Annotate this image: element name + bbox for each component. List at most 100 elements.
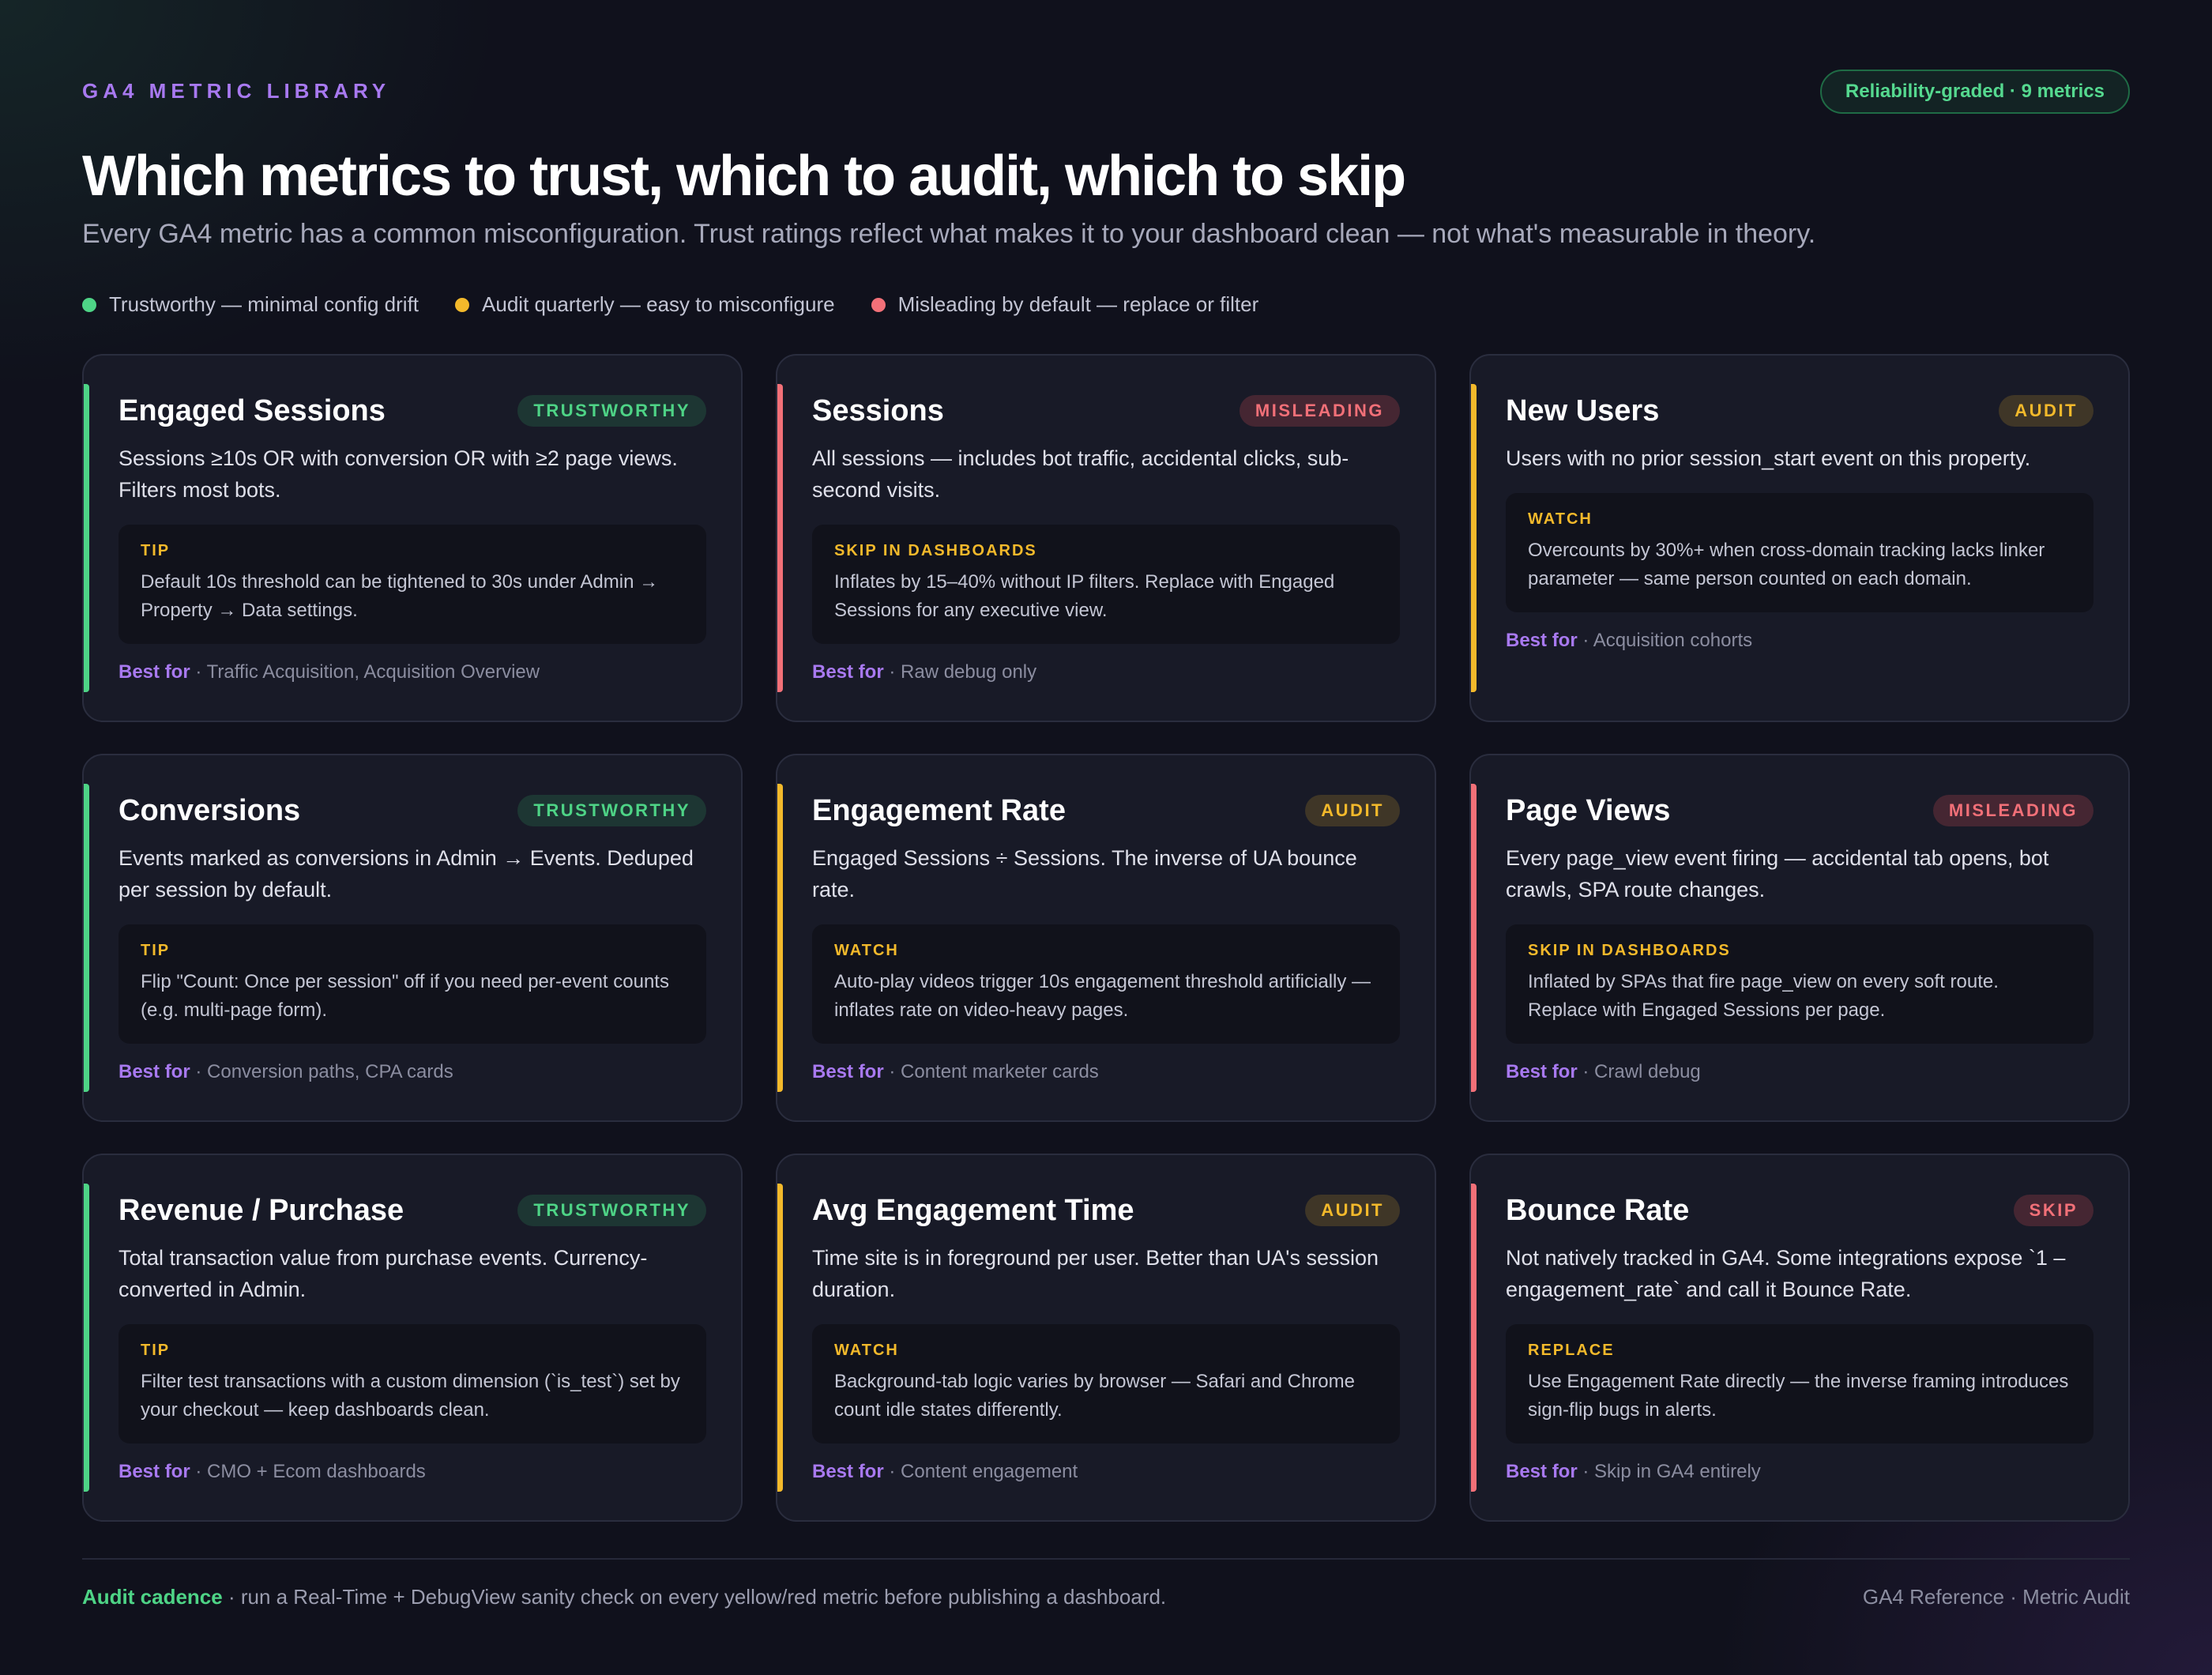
reliability-pill: Reliability-graded · 9 metrics bbox=[1819, 70, 2130, 114]
status-bar bbox=[1471, 784, 1477, 1092]
card-title: Revenue / Purchase bbox=[118, 1193, 404, 1227]
eyebrow-label: GA4 METRIC LIBRARY bbox=[82, 79, 391, 103]
card-description: Every page_view event firing — accidenta… bbox=[1506, 846, 2049, 901]
status-bar bbox=[777, 384, 783, 692]
note-label: TIP bbox=[141, 1342, 171, 1359]
best-for-value: · Content engagement bbox=[883, 1461, 1078, 1482]
card-description: Users with no prior session_start event … bbox=[1506, 446, 2031, 470]
note-text: Filter test transactions with a custom d… bbox=[141, 1371, 680, 1421]
card-description: Events marked as conversions in Admin → … bbox=[118, 846, 694, 901]
card-description: Not natively tracked in GA4. Some integr… bbox=[1506, 1246, 2066, 1301]
page-subtitle: Every GA4 metric has a common misconfigu… bbox=[82, 219, 1816, 249]
footer-reference: GA4 Reference · Metric Audit bbox=[1862, 1585, 2130, 1609]
legend-label: Trustworthy — minimal config drift bbox=[109, 292, 419, 316]
status-badge: TRUSTWORTHY bbox=[517, 1195, 706, 1226]
best-for-value: · Content marketer cards bbox=[883, 1061, 1099, 1082]
footer-cadence: Audit cadence · run a Real-Time + DebugV… bbox=[82, 1585, 1166, 1609]
best-for-value: · Conversion paths, CPA cards bbox=[190, 1061, 453, 1082]
green-dot-icon bbox=[82, 297, 96, 312]
best-for-label: Best for bbox=[1506, 630, 1578, 651]
card-title: Page Views bbox=[1506, 793, 1671, 827]
best-for-label: Best for bbox=[1506, 1061, 1578, 1082]
note-label: WATCH bbox=[834, 1342, 899, 1359]
note-box: TIP Filter test transactions with a cust… bbox=[118, 1324, 706, 1444]
best-for-value: · Crawl debug bbox=[1577, 1061, 1701, 1082]
best-for-value: · Raw debug only bbox=[883, 661, 1037, 683]
legend-label: Audit quarterly — easy to misconfigure bbox=[482, 292, 835, 316]
note-box: SKIP IN DASHBOARDS Inflated by SPAs that… bbox=[1506, 924, 2094, 1044]
best-for-label: Best for bbox=[118, 1061, 190, 1082]
card-description: Time site is in foreground per user. Bet… bbox=[812, 1246, 1379, 1301]
note-label: WATCH bbox=[834, 942, 899, 959]
best-for: Best for · Crawl debug bbox=[1506, 1061, 2094, 1083]
note-text: Use Engagement Rate directly — the inver… bbox=[1528, 1371, 2069, 1421]
best-for-label: Best for bbox=[812, 661, 884, 683]
metric-card-new-users[interactable]: New Users AUDIT Users with no prior sess… bbox=[1469, 354, 2130, 722]
note-text: Default 10s threshold can be tightened t… bbox=[141, 571, 659, 621]
status-bar bbox=[84, 384, 89, 692]
card-description: Engaged Sessions ÷ Sessions. The inverse… bbox=[812, 846, 1357, 901]
best-for-value: · Skip in GA4 entirely bbox=[1577, 1461, 1761, 1482]
note-label: WATCH bbox=[1528, 510, 1593, 528]
metric-card-avg-engagement-time[interactable]: Avg Engagement Time AUDIT Time site is i… bbox=[776, 1154, 1436, 1522]
best-for: Best for · Raw debug only bbox=[812, 661, 1400, 683]
best-for-label: Best for bbox=[812, 1461, 884, 1482]
status-bar bbox=[84, 784, 89, 1092]
note-label: TIP bbox=[141, 542, 171, 559]
legend-item-audit: Audit quarterly — easy to misconfigure bbox=[455, 292, 835, 317]
best-for: Best for · Content engagement bbox=[812, 1461, 1400, 1483]
note-label: REPLACE bbox=[1528, 1342, 1615, 1359]
legend-label: Misleading by default — replace or filte… bbox=[897, 292, 1259, 316]
best-for: Best for · Traffic Acquisition, Acquisit… bbox=[118, 661, 706, 683]
yellow-dot-icon bbox=[455, 297, 470, 312]
note-text: Background-tab logic varies by browser —… bbox=[834, 1371, 1355, 1421]
card-title: Sessions bbox=[812, 393, 944, 427]
note-text: Overcounts by 30%+ when cross-domain tra… bbox=[1528, 540, 2045, 589]
status-badge: TRUSTWORTHY bbox=[517, 395, 706, 427]
best-for: Best for · Acquisition cohorts bbox=[1506, 630, 2094, 652]
note-text: Inflated by SPAs that fire page_view on … bbox=[1528, 971, 1999, 1021]
card-title: New Users bbox=[1506, 393, 1660, 427]
card-title: Bounce Rate bbox=[1506, 1193, 1690, 1227]
status-bar bbox=[1471, 1184, 1477, 1492]
metric-card-sessions[interactable]: Sessions MISLEADING All sessions — inclu… bbox=[776, 354, 1436, 722]
note-text: Auto-play videos trigger 10s engagement … bbox=[834, 971, 1371, 1021]
legend: Trustworthy — minimal config drift Audit… bbox=[82, 292, 1258, 317]
card-title: Engaged Sessions bbox=[118, 393, 386, 427]
page-title: Which metrics to trust, which to audit, … bbox=[82, 145, 1406, 208]
best-for-label: Best for bbox=[1506, 1461, 1578, 1482]
metric-card-engagement-rate[interactable]: Engagement Rate AUDIT Engaged Sessions ÷… bbox=[776, 754, 1436, 1122]
status-bar bbox=[777, 1184, 783, 1492]
status-badge: MISLEADING bbox=[1932, 795, 2094, 826]
best-for: Best for · Content marketer cards bbox=[812, 1061, 1400, 1083]
best-for-label: Best for bbox=[118, 1461, 190, 1482]
metric-card-revenue-purchase[interactable]: Revenue / Purchase TRUSTWORTHY Total tra… bbox=[82, 1154, 743, 1522]
metric-card-conversions[interactable]: Conversions TRUSTWORTHY Events marked as… bbox=[82, 754, 743, 1122]
note-box: REPLACE Use Engagement Rate directly — t… bbox=[1506, 1324, 2094, 1444]
metric-card-engaged-sessions[interactable]: Engaged Sessions TRUSTWORTHY Sessions ≥1… bbox=[82, 354, 743, 722]
status-bar bbox=[1471, 384, 1477, 692]
note-box: WATCH Background-tab logic varies by bro… bbox=[812, 1324, 1400, 1444]
metric-card-page-views[interactable]: Page Views MISLEADING Every page_view ev… bbox=[1469, 754, 2130, 1122]
status-badge: AUDIT bbox=[1305, 1195, 1400, 1226]
legend-item-trustworthy: Trustworthy — minimal config drift bbox=[82, 292, 419, 317]
best-for-value: · Traffic Acquisition, Acquisition Overv… bbox=[190, 661, 540, 683]
card-description: Total transaction value from purchase ev… bbox=[118, 1246, 648, 1301]
card-description: All sessions — includes bot traffic, acc… bbox=[812, 446, 1349, 502]
card-title: Avg Engagement Time bbox=[812, 1193, 1134, 1227]
note-label: TIP bbox=[141, 942, 171, 959]
footer-divider bbox=[82, 1558, 2130, 1560]
metric-card-bounce-rate[interactable]: Bounce Rate SKIP Not natively tracked in… bbox=[1469, 1154, 2130, 1522]
status-badge: AUDIT bbox=[1305, 795, 1400, 826]
status-bar bbox=[777, 784, 783, 1092]
best-for: Best for · Skip in GA4 entirely bbox=[1506, 1461, 2094, 1483]
red-dot-icon bbox=[871, 297, 886, 312]
cadence-text: · run a Real-Time + DebugView sanity che… bbox=[222, 1585, 1167, 1609]
note-label: SKIP IN DASHBOARDS bbox=[834, 542, 1037, 559]
best-for: Best for · Conversion paths, CPA cards bbox=[118, 1061, 706, 1083]
note-box: SKIP IN DASHBOARDS Inflates by 15–40% wi… bbox=[812, 525, 1400, 644]
card-title: Conversions bbox=[118, 793, 301, 827]
status-badge: MISLEADING bbox=[1239, 395, 1400, 427]
note-text: Inflates by 15–40% without IP filters. R… bbox=[834, 571, 1335, 621]
page: GA4 METRIC LIBRARY Reliability-graded · … bbox=[82, 0, 2130, 1675]
